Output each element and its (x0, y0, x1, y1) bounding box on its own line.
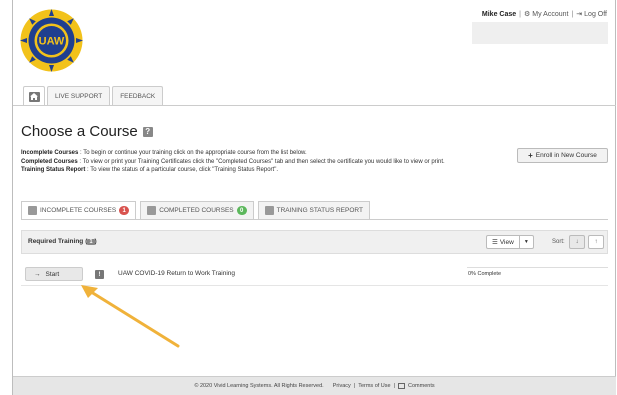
help-icon[interactable]: ? (142, 126, 153, 137)
annotation-arrow (81, 285, 180, 348)
course-name: UAW COVID-19 Return to Work Training (118, 270, 236, 277)
instruction-status: Training Status Report : To view the sta… (21, 166, 491, 175)
home-icon (28, 91, 40, 102)
tab-training-status-report[interactable]: TRAINING STATUS REPORT (257, 201, 370, 219)
instruction-label: Incomplete Courses (21, 150, 79, 156)
instruction-label: Completed Courses (21, 158, 78, 165)
view-dropdown[interactable]: ☰ View ▼ (486, 235, 534, 249)
chart-icon (264, 206, 274, 215)
copyright-text: © 2020 Vivid Learning Systems. All Right… (194, 383, 324, 389)
my-account-label: My Account (532, 10, 569, 18)
panel-count: (1) (85, 238, 97, 245)
gear-icon: ⚙ (523, 11, 531, 18)
top-tabs: LIVE SUPPORT FEEDBACK (23, 86, 165, 106)
tab-home[interactable] (23, 86, 45, 106)
panel-count-value: 1 (87, 239, 95, 245)
list-icon: ☰ (492, 239, 498, 246)
sort-ascending-button[interactable]: ↓ (569, 235, 585, 249)
enroll-label: Enroll in New Course (535, 152, 597, 159)
user-info-box (472, 22, 608, 44)
comment-icon (398, 383, 406, 389)
privacy-link[interactable]: Privacy (333, 383, 351, 389)
star-icon (147, 206, 157, 215)
start-button[interactable]: → Start (25, 267, 83, 281)
instruction-text: : To view or print your Training Certifi… (77, 158, 445, 165)
page-title: Choose a Course ? (21, 123, 153, 140)
course-progress: 0% Complete (467, 267, 608, 281)
enroll-button[interactable]: + Enroll in New Course (517, 148, 608, 163)
tab-live-support[interactable]: LIVE SUPPORT (47, 86, 111, 106)
instruction-incomplete: Incomplete Courses : To begin or continu… (21, 149, 491, 158)
tab-label: INCOMPLETE COURSES (40, 207, 117, 214)
instruction-label: Training Status Report (21, 167, 86, 173)
caret-down-icon[interactable]: ▼ (520, 239, 533, 245)
uaw-logo: UAW (20, 9, 83, 72)
sort-asc-icon: ↓ (575, 239, 579, 245)
start-label: Start (45, 270, 60, 278)
count-badge: 1 (119, 206, 130, 215)
plus-icon: + (528, 151, 533, 160)
progress-bar (467, 267, 608, 268)
my-account-link[interactable]: ⚙ My Account (523, 10, 569, 19)
tab-label: TRAINING STATUS REPORT (276, 207, 363, 214)
logo-text: UAW (39, 36, 65, 48)
view-label: View (499, 238, 514, 246)
divider: | (571, 10, 574, 18)
document-icon (28, 206, 37, 215)
footer: © 2020 Vivid Learning Systems. All Right… (13, 376, 616, 395)
tab-label: COMPLETED COURSES (159, 207, 234, 214)
arrow-right-icon: → (34, 270, 41, 278)
log-off-label: Log Off (584, 10, 607, 18)
panel-title-text: Required Training (28, 238, 84, 245)
instructions: Incomplete Courses : To begin or continu… (21, 149, 491, 175)
user-name: Mike Case (481, 10, 517, 18)
divider: | (519, 10, 521, 18)
progress-text: 0% Complete (468, 271, 502, 277)
required-training-header: Required Training (1) ☰ View ▼ Sort: ↓ ↑ (21, 230, 608, 254)
instruction-completed: Completed Courses : To view or print you… (21, 158, 491, 167)
tab-divider (13, 105, 616, 106)
comments-link[interactable]: Comments (408, 383, 435, 389)
info-icon[interactable]: ! (95, 270, 104, 279)
divider: | (353, 383, 356, 389)
log-off-link[interactable]: ⇥ Log Off (576, 10, 607, 19)
count-badge: 0 (236, 206, 247, 215)
tab-completed-courses[interactable]: COMPLETED COURSES 0 (140, 201, 254, 219)
sort-desc-icon: ↑ (594, 238, 598, 245)
instruction-text: : To begin or continue your training cli… (78, 150, 307, 156)
sort-label: Sort: (552, 239, 565, 245)
tab-divider (21, 219, 608, 220)
instruction-text: : To view the status of a particular cou… (85, 167, 279, 173)
panel-title: Required Training (1) (28, 238, 97, 245)
tab-incomplete-courses[interactable]: INCOMPLETE COURSES 1 (21, 201, 137, 219)
user-bar: Mike Case | ⚙ My Account | ⇥ Log Off (481, 10, 607, 19)
sign-out-icon: ⇥ (576, 11, 583, 18)
page-title-text: Choose a Course (21, 123, 138, 140)
sort-descending-button[interactable]: ↑ (588, 235, 604, 249)
view-button[interactable]: ☰ View (487, 236, 520, 248)
course-tabs: INCOMPLETE COURSES 1 COMPLETED COURSES 0… (21, 201, 374, 219)
terms-link[interactable]: Terms of Use (358, 383, 390, 389)
divider: | (393, 383, 396, 389)
tab-feedback[interactable]: FEEDBACK (112, 86, 164, 106)
